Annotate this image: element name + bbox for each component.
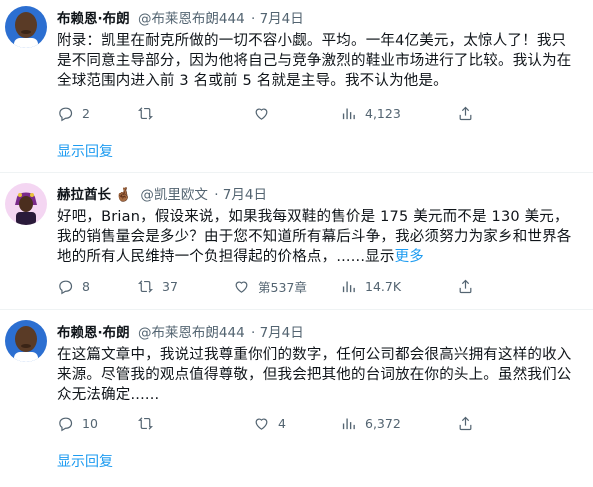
reply-icon	[59, 107, 73, 121]
show-replies-link[interactable]: 显示回复	[57, 143, 113, 161]
analytics-icon	[342, 418, 355, 429]
view-count: 4,123	[365, 105, 401, 121]
divider	[0, 172, 593, 173]
tweet-text-tail: ......显示	[336, 249, 395, 265]
share-icon	[459, 416, 472, 430]
tweet-actions: 2 4,123	[57, 103, 577, 123]
reply-count: 8	[82, 278, 90, 294]
tweet-text-main: 好吧，Brian，假设来说，如果我每双鞋的售价是 175 美元而不是 130 美…	[57, 209, 572, 265]
tweet-text: 在这篇文章中，我说过我尊重你们的数字，任何公司都会很高兴拥有这样的收入来源。尽管…	[57, 347, 572, 403]
views-button[interactable]: 14.7K	[340, 276, 401, 296]
tweet-actions: 8 37 第537章 14.7K	[57, 276, 577, 296]
like-count: 第537章	[258, 279, 307, 295]
retweet-icon	[138, 416, 153, 430]
tweet-text: 附录：凯里在耐克所做的一切不容小觑。平均。一年4亿美元，太惊人了！我只是不同意主…	[57, 33, 572, 89]
divider	[0, 309, 593, 310]
view-count: 6,372	[365, 415, 401, 431]
retweet-icon	[138, 106, 153, 120]
retweet-icon	[138, 279, 153, 293]
heart-icon	[255, 108, 268, 120]
reply-button[interactable]: 8	[57, 276, 90, 296]
like-button[interactable]: 4	[253, 413, 286, 433]
reply-icon	[59, 417, 73, 431]
reply-button[interactable]: 10	[57, 413, 98, 433]
reply-count: 2	[82, 105, 90, 121]
tweet-date[interactable]: · 7月4日	[251, 11, 304, 27]
finger-crossed-emoji: 🤞🏾	[115, 187, 133, 203]
avatar-image	[5, 183, 47, 225]
like-count: 4	[278, 415, 286, 431]
reply-button[interactable]: 2	[57, 103, 90, 123]
tweet-header: 赫拉酋长 🤞🏾 @凯里欧文 · 7月4日	[57, 186, 267, 204]
show-more-link[interactable]: 更多	[395, 249, 424, 265]
reply-icon	[59, 280, 73, 294]
show-replies-link[interactable]: 显示回复	[57, 453, 113, 471]
tweet-text: 好吧，Brian，假设来说，如果我每双鞋的售价是 175 美元而不是 130 美…	[57, 207, 577, 267]
author-handle[interactable]: @布莱恩布朗444	[138, 325, 245, 341]
heart-icon	[255, 418, 268, 430]
share-icon	[459, 279, 472, 293]
author-name[interactable]: 布赖恩·布朗	[57, 325, 130, 341]
views-button[interactable]: 6,372	[340, 413, 401, 433]
tweet-date[interactable]: · 7月4日	[214, 187, 267, 203]
share-icon	[459, 106, 472, 120]
tweet-date[interactable]: · 7月4日	[251, 325, 304, 341]
avatar-image	[5, 6, 47, 48]
share-button[interactable]	[457, 103, 474, 123]
reply-count: 10	[82, 415, 98, 431]
tweet-header: 布赖恩·布朗 @布莱恩布朗444 · 7月4日	[57, 324, 304, 342]
views-button[interactable]: 4,123	[340, 103, 401, 123]
analytics-icon	[342, 108, 355, 119]
author-handle[interactable]: @凯里欧文	[140, 187, 208, 203]
author-name[interactable]: 赫拉酋长	[57, 187, 111, 203]
retweet-count: 37	[162, 278, 178, 294]
share-button[interactable]	[457, 413, 474, 433]
retweet-button[interactable]	[137, 413, 162, 433]
avatar[interactable]	[5, 6, 47, 48]
analytics-icon	[342, 281, 355, 292]
like-button[interactable]: 第537章	[233, 276, 307, 296]
tweet-actions: 10 4 6,372	[57, 413, 577, 433]
avatar[interactable]	[5, 320, 47, 362]
avatar[interactable]	[5, 183, 47, 225]
retweet-button[interactable]	[137, 103, 162, 123]
tweet-header: 布赖恩·布朗 @布莱恩布朗444 · 7月4日	[57, 10, 304, 28]
view-count: 14.7K	[365, 278, 402, 294]
retweet-button[interactable]: 37	[137, 276, 178, 296]
avatar-image	[5, 320, 47, 362]
author-name[interactable]: 布赖恩·布朗	[57, 11, 130, 27]
like-button[interactable]	[253, 103, 278, 123]
heart-icon	[235, 281, 248, 293]
author-handle[interactable]: @布莱恩布朗444	[138, 11, 245, 27]
share-button[interactable]	[457, 276, 474, 296]
